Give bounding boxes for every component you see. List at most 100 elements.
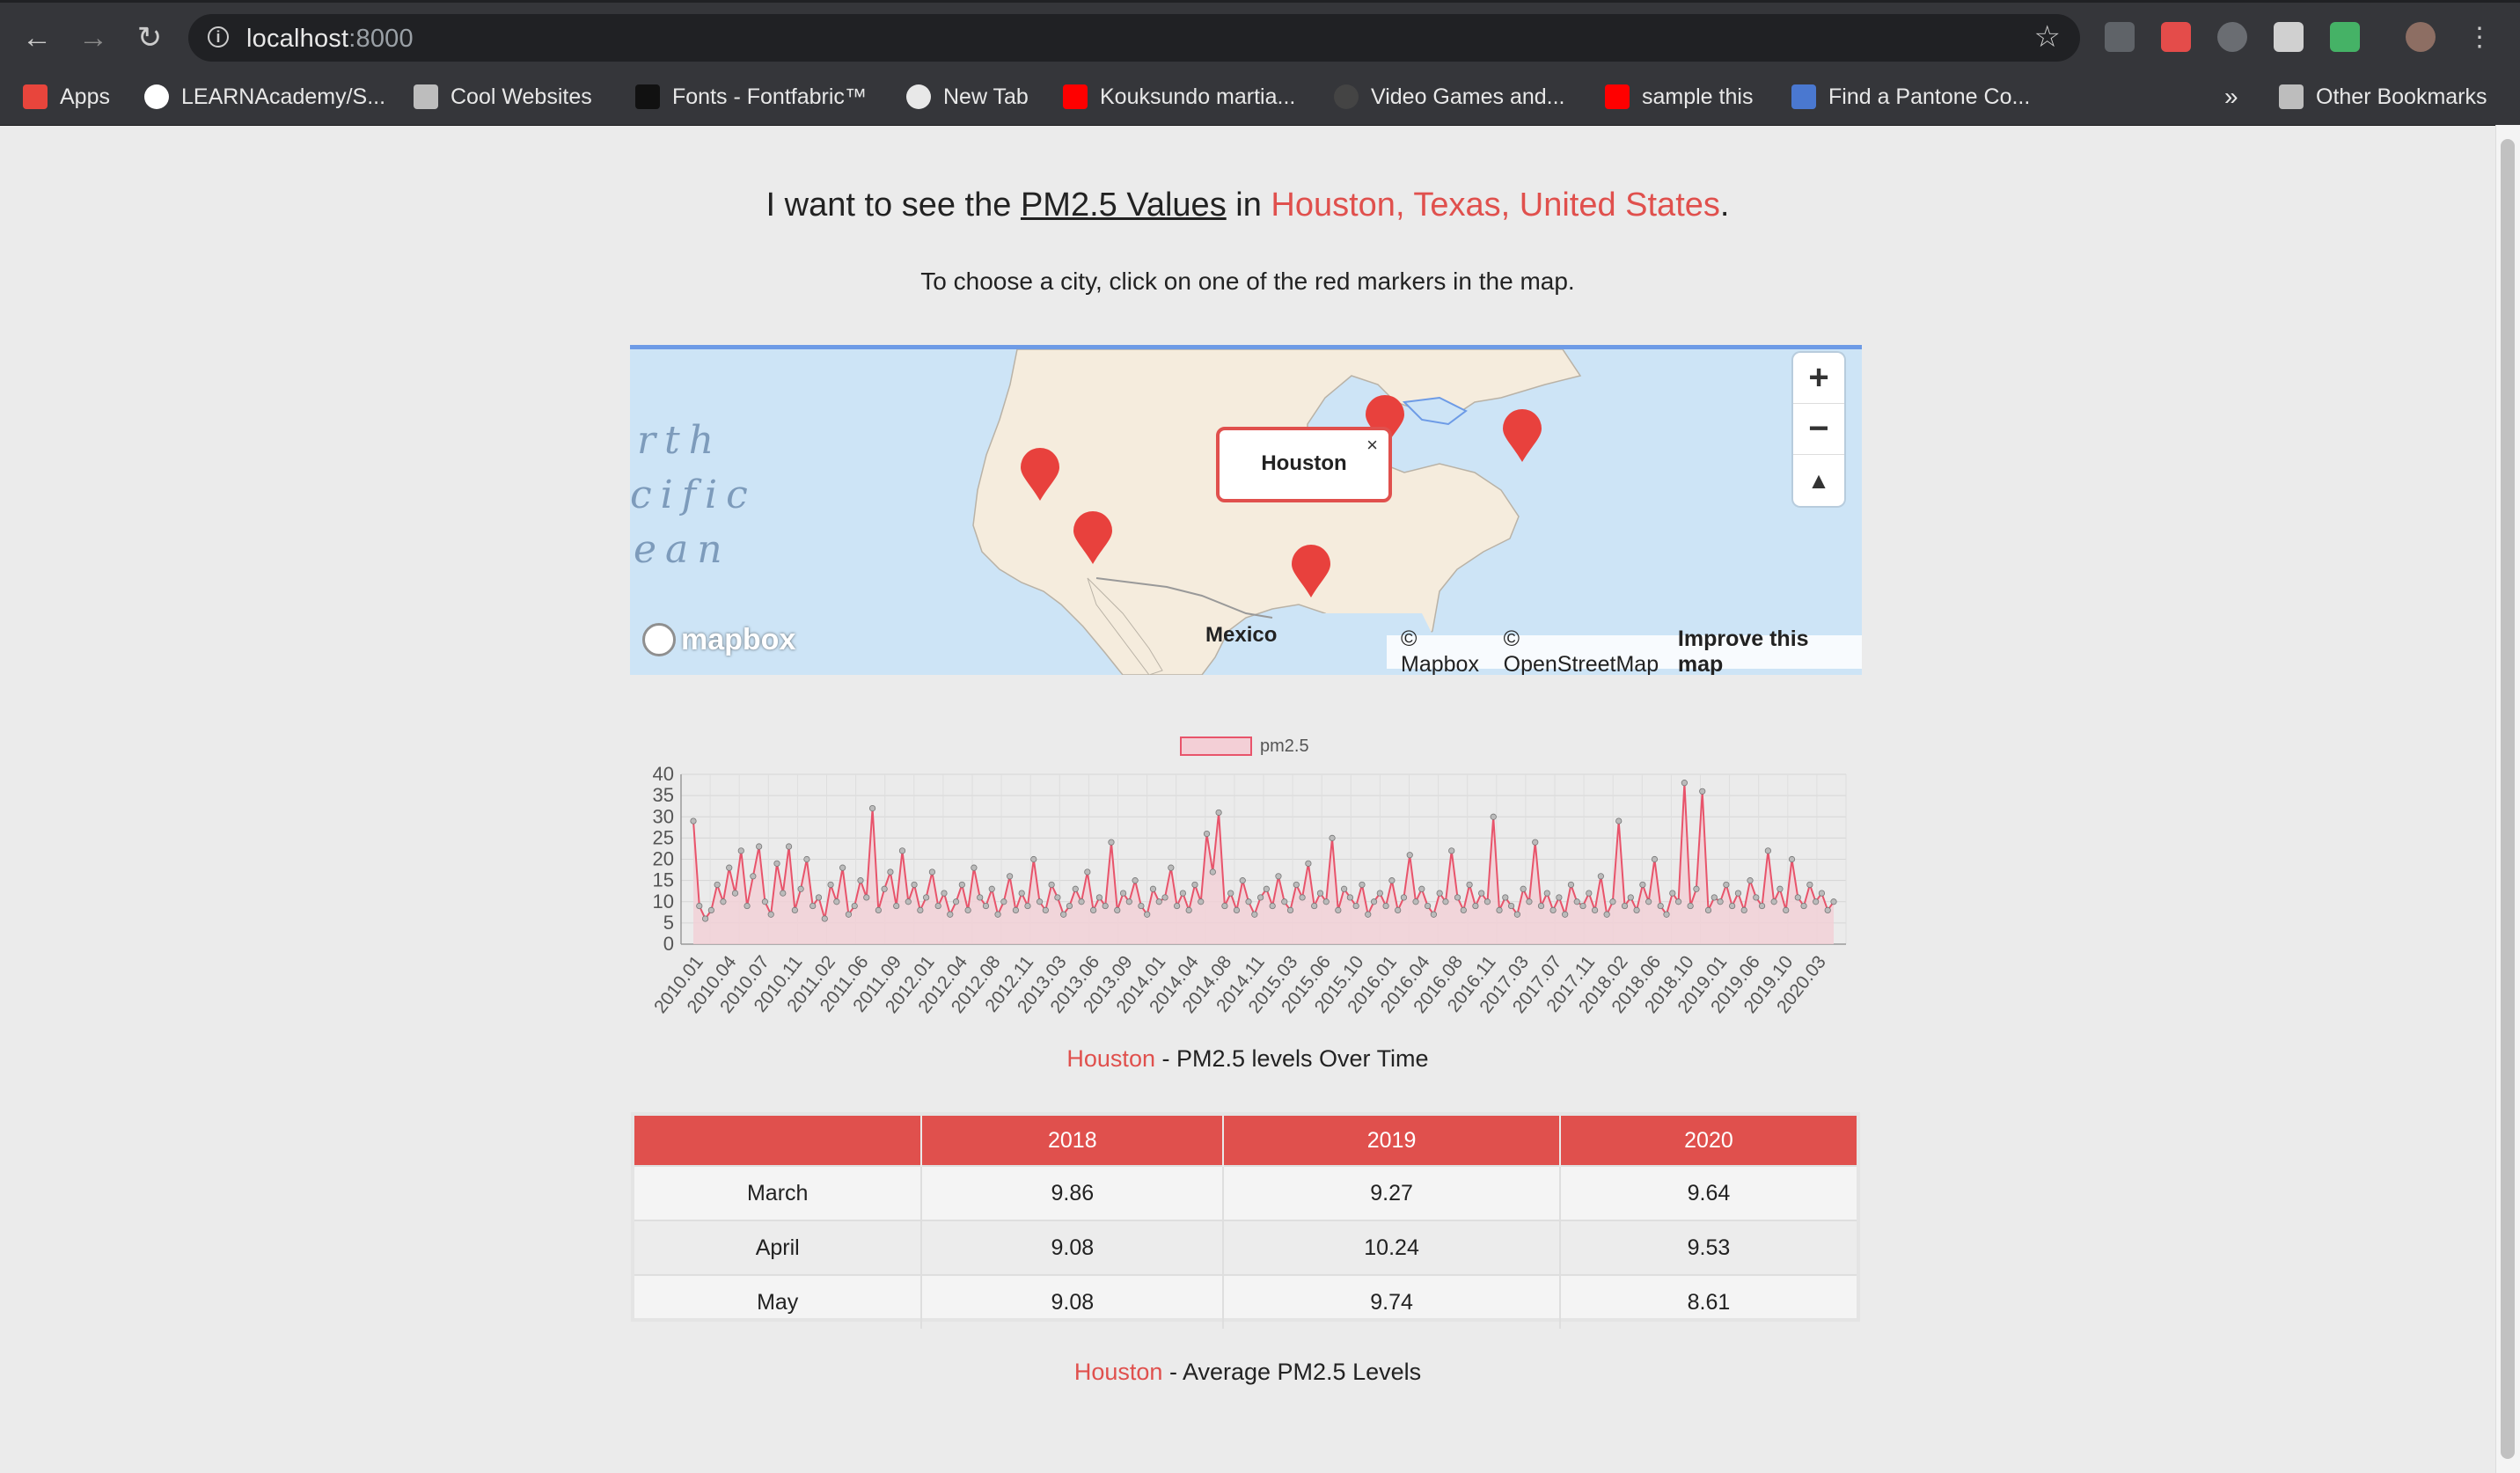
bookmark-item[interactable]: Kouksundo martia... <box>1063 81 1295 113</box>
attribution-osm[interactable]: © OpenStreetMap <box>1504 627 1669 675</box>
back-arrow-icon[interactable]: ← <box>14 15 60 61</box>
data-point <box>780 890 787 897</box>
extension-square-icon[interactable] <box>2274 22 2304 52</box>
address-bar[interactable]: i localhost:8000 ☆ <box>188 14 2080 62</box>
data-point <box>1054 894 1061 901</box>
bookmark-label: Kouksundo martia... <box>1100 84 1296 109</box>
bookmark-label: LEARNAcademy/S... <box>181 84 386 109</box>
mapbox-logo[interactable]: mapbox <box>642 620 795 659</box>
data-point <box>1322 898 1330 905</box>
data-point <box>1030 855 1037 863</box>
data-point <box>1018 890 1025 897</box>
data-point <box>1382 902 1389 910</box>
profile-avatar[interactable] <box>2406 22 2436 52</box>
data-point <box>977 894 984 901</box>
data-point <box>1286 906 1294 913</box>
data-point <box>756 843 763 850</box>
extension-cloud-icon[interactable] <box>2217 22 2247 52</box>
bookmark-item[interactable]: Video Games and... <box>1334 81 1565 113</box>
data-point <box>1543 890 1550 897</box>
data-point <box>964 906 971 913</box>
extension-green-icon[interactable] <box>2330 22 2360 52</box>
data-point <box>952 898 960 905</box>
data-point <box>1168 864 1175 871</box>
zoom-in-button[interactable]: + <box>1793 353 1844 404</box>
page-headline: I want to see the PM2.5 Values in Housto… <box>0 187 2495 224</box>
headline-connector: in <box>1235 187 1262 224</box>
data-point <box>1305 860 1312 867</box>
map-marker[interactable] <box>1072 511 1114 566</box>
zoom-out-button[interactable]: − <box>1793 404 1844 455</box>
city-map[interactable]: rth cific ean Mexico × Houston + − ▲ map… <box>630 345 1862 675</box>
bookmark-item[interactable]: LEARNAcademy/S... <box>144 81 385 113</box>
data-point <box>1024 902 1031 910</box>
data-point <box>797 885 804 892</box>
table-header-cell: 2019 <box>1223 1116 1561 1166</box>
compass-reset-button[interactable]: ▲ <box>1793 455 1844 506</box>
data-point <box>898 847 906 854</box>
data-point <box>917 906 924 913</box>
data-point <box>1060 911 1067 918</box>
data-point <box>1149 885 1157 892</box>
data-point <box>1072 885 1079 892</box>
other-bookmarks-label: Other Bookmarks <box>2316 84 2487 109</box>
data-point <box>887 868 894 876</box>
url-text[interactable]: localhost:8000 <box>246 25 414 54</box>
data-point <box>1478 890 1485 897</box>
month-cell: April <box>634 1220 923 1275</box>
bookmark-item[interactable]: Find a Pantone Co... <box>1791 81 2030 113</box>
value-cell: 10.24 <box>1223 1220 1561 1275</box>
data-point <box>1704 906 1712 913</box>
map-marker-houston[interactable] <box>1290 545 1332 599</box>
marker-pin-icon <box>1021 448 1059 501</box>
forward-arrow-icon[interactable]: → <box>70 15 116 61</box>
quora-icon <box>1334 84 1359 109</box>
bookmark-star-icon[interactable]: ☆ <box>2034 19 2061 55</box>
bookmark-item[interactable]: Apps <box>23 81 110 113</box>
bookmark-item[interactable]: Fonts - Fontfabric™ <box>635 81 867 113</box>
other-bookmarks-folder[interactable]: Other Bookmarks <box>2279 81 2487 113</box>
value-cell: 9.86 <box>921 1165 1225 1220</box>
data-point <box>1603 911 1610 918</box>
bookmark-item[interactable]: Cool Websites <box>414 81 592 113</box>
data-point <box>1674 898 1682 905</box>
data-point <box>941 890 948 897</box>
data-point <box>1586 890 1593 897</box>
value-cell: 9.08 <box>921 1220 1225 1275</box>
metric-selector[interactable]: PM2.5 Values <box>1021 187 1227 224</box>
bookmark-item[interactable]: sample this <box>1605 81 1753 113</box>
value-cell: 9.64 <box>1559 1165 1857 1220</box>
data-point <box>1454 894 1461 901</box>
data-point <box>1341 885 1348 892</box>
data-point <box>1556 894 1563 901</box>
month-cell: May <box>634 1274 923 1329</box>
selected-city[interactable]: Houston, Texas, United States <box>1271 187 1719 224</box>
data-point <box>971 864 978 871</box>
data-point <box>1639 881 1646 889</box>
table-header-cell <box>634 1116 923 1166</box>
data-point <box>1776 885 1784 892</box>
site-info-icon[interactable]: i <box>208 26 229 48</box>
bookmark-item[interactable]: New Tab <box>906 81 1029 113</box>
improve-map-link[interactable]: Improve this map <box>1678 627 1848 675</box>
data-point <box>1830 898 1837 905</box>
menu-kebab-icon[interactable]: ⋮ <box>2457 15 2502 61</box>
map-marker[interactable] <box>1501 409 1543 464</box>
apps-grid-icon <box>23 84 48 109</box>
data-point <box>1215 809 1222 817</box>
attribution-mapbox[interactable]: © Mapbox <box>1401 627 1495 675</box>
data-point <box>1520 885 1527 892</box>
data-point <box>1359 881 1366 889</box>
bookmarks-overflow-button[interactable]: » <box>2224 81 2238 113</box>
map-marker[interactable] <box>1019 448 1061 502</box>
data-point <box>1597 873 1604 880</box>
page-scrollbar-thumb[interactable] <box>2501 139 2515 1459</box>
extension-red-icon[interactable] <box>2161 22 2191 52</box>
pm25-line-chart: pm2.505101520253035402010.012010.042010.… <box>650 736 1847 1017</box>
table-header-row: 2018 2019 2020 <box>634 1116 1857 1166</box>
data-point <box>1102 902 1109 910</box>
data-point <box>1335 906 1342 913</box>
data-point <box>1549 906 1557 913</box>
reload-icon[interactable]: ↻ <box>127 15 172 61</box>
extension-dots-icon[interactable] <box>2105 22 2135 52</box>
